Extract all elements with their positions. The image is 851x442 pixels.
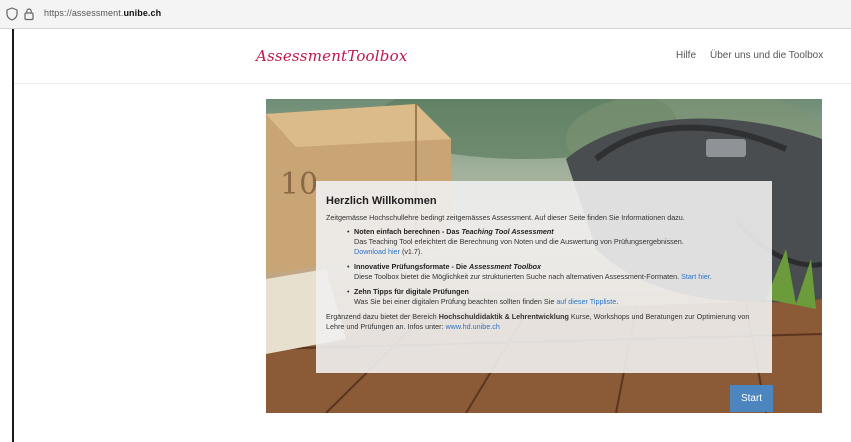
- lock-icon: [24, 8, 34, 21]
- welcome-intro: Zeitgemässe Hochschullehre bedingt zeitg…: [326, 213, 685, 222]
- nav-link-about[interactable]: Über uns und die Toolbox: [710, 50, 823, 61]
- welcome-footer: Ergänzend dazu bietet der Bereich Hochsc…: [326, 312, 762, 332]
- url-domain: unibe.ch: [123, 8, 162, 18]
- item-description: Diese Toolbox bietet die Möglichkeit zur…: [354, 272, 762, 282]
- download-link[interactable]: Download hier: [354, 247, 400, 256]
- item-heading-em: Teaching Tool Assessment: [461, 227, 554, 236]
- welcome-panel: Herzlich Willkommen Zeitgemässe Hochschu…: [316, 181, 772, 373]
- site-logo[interactable]: AssessmentToolbox: [256, 47, 407, 65]
- item-heading-prefix: Zehn Tipps für digitale Prüfungen: [354, 287, 469, 296]
- item-text: Was Sie bei einer digitalen Prüfung beac…: [354, 297, 557, 306]
- site-header: AssessmentToolbox Hilfe Über uns und die…: [14, 29, 851, 84]
- item-description: Das Teaching Tool erleichtert die Berech…: [354, 237, 762, 257]
- nav-link-hilfe[interactable]: Hilfe: [676, 50, 696, 61]
- item-description: Was Sie bei einer digitalen Prüfung beac…: [354, 297, 762, 307]
- footer-pre: Ergänzend dazu bietet der Bereich: [326, 312, 439, 321]
- welcome-title: Herzlich Willkommen: [326, 195, 437, 207]
- item-heading-em: Assessment Toolbox: [469, 262, 542, 271]
- item-heading: Zehn Tipps für digitale Prüfungen: [354, 287, 762, 297]
- item-heading: Innovative Prüfungsformate - Die Assessm…: [354, 262, 762, 272]
- footer-bold: Hochschuldidaktik & Lehrentwicklung: [438, 312, 569, 321]
- bullet-icon: •: [347, 262, 350, 271]
- item-text: Das Teaching Tool erleichtert die Berech…: [354, 237, 684, 246]
- page-viewport: AssessmentToolbox Hilfe Über uns und die…: [12, 29, 851, 442]
- list-item-teaching-tool: • Noten einfach berechnen - Das Teaching…: [326, 227, 762, 257]
- tip-list-link[interactable]: auf dieser Tippliste: [556, 297, 616, 306]
- item-after-link: (v1.7).: [399, 247, 423, 256]
- item-text: Diese Toolbox bietet die Möglichkeit zur…: [354, 272, 682, 281]
- start-button[interactable]: Start: [730, 385, 773, 412]
- hd-unibe-link[interactable]: www.hd.unibe.ch: [445, 322, 499, 331]
- list-item-toolbox: • Innovative Prüfungsformate - Die Asses…: [326, 262, 762, 282]
- item-after-link: .: [616, 297, 619, 306]
- shield-icon: [6, 7, 18, 21]
- browser-url-bar[interactable]: https://assessment.unibe.ch: [0, 0, 851, 29]
- item-heading-prefix: Innovative Prüfungsformate - Die: [354, 262, 470, 271]
- item-heading-prefix: Noten einfach berechnen - Das: [354, 227, 462, 236]
- bullet-icon: •: [347, 227, 350, 236]
- hero-banner: 10 Herzlich Willkommen Zeitgemässe Hochs…: [266, 99, 822, 413]
- bullet-icon: •: [347, 287, 350, 296]
- item-after-link: .: [709, 272, 712, 281]
- item-heading: Noten einfach berechnen - Das Teaching T…: [354, 227, 762, 237]
- url-prefix: https://assessment.: [44, 8, 124, 18]
- box-number: 10: [280, 167, 318, 202]
- url-text[interactable]: https://assessment.unibe.ch: [44, 8, 161, 18]
- list-item-tips: • Zehn Tipps für digitale Prüfungen Was …: [326, 287, 762, 307]
- start-here-link[interactable]: Start hier: [681, 272, 710, 281]
